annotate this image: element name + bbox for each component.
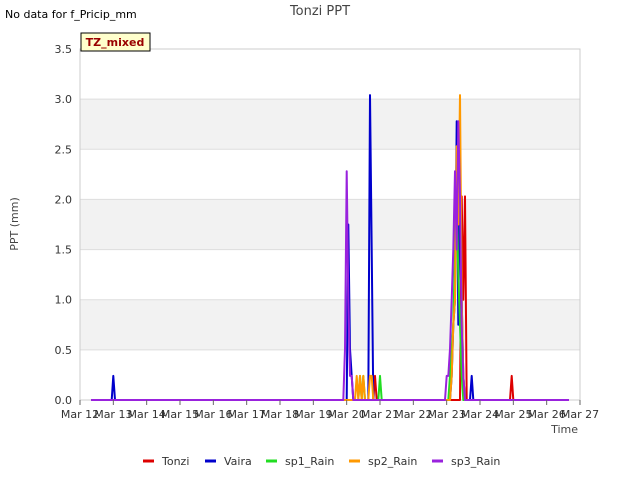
y-tick-label: 2.0 [55, 193, 73, 206]
site-badge-label: TZ_mixed [86, 36, 145, 49]
y-tick-label: 0.0 [55, 394, 73, 407]
x-tick-label: Mar 27 [561, 408, 599, 421]
x-axis-title: Time [550, 423, 578, 436]
legend-label-vaira: Vaira [224, 455, 252, 468]
y-tick-label: 3.5 [55, 43, 73, 56]
y-tick-label: 0.5 [55, 344, 73, 357]
legend-label-tonzi: Tonzi [161, 455, 189, 468]
chart-title: Tonzi PPT [289, 4, 350, 19]
y-tick-label: 1.5 [55, 244, 73, 257]
legend-label-sp1-rain: sp1_Rain [285, 455, 334, 468]
ppt-chart: Mar 12Mar 13Mar 14Mar 15Mar 16Mar 17Mar … [5, 4, 599, 468]
y-axis-ticks: 0.0 0.5 1.0 1.5 2.0 2.5 3.0 3.5 [55, 43, 73, 407]
legend-label-sp3-rain: sp3_Rain [451, 455, 500, 468]
series-line-sp3-rain [91, 120, 569, 401]
plot-bands [80, 99, 580, 350]
y-tick-label: 1.0 [55, 294, 73, 307]
legend-label-sp2-rain: sp2_Rain [368, 455, 417, 468]
plot-band [80, 199, 580, 250]
x-axis-ticks: Mar 12Mar 13Mar 14Mar 15Mar 16Mar 17Mar … [61, 400, 599, 421]
y-axis-title: PPT (mm) [8, 197, 21, 251]
legend: Tonzi Vaira sp1_Rain sp2_Rain sp3_Rain [143, 455, 500, 468]
y-tick-label: 2.5 [55, 143, 73, 156]
site-badge: TZ_mixed [80, 32, 151, 52]
no-data-note: No data for f_Pricip_mm [5, 8, 137, 21]
plot-band [80, 299, 580, 350]
y-tick-label: 3.0 [55, 93, 73, 106]
plot-band [80, 99, 580, 150]
